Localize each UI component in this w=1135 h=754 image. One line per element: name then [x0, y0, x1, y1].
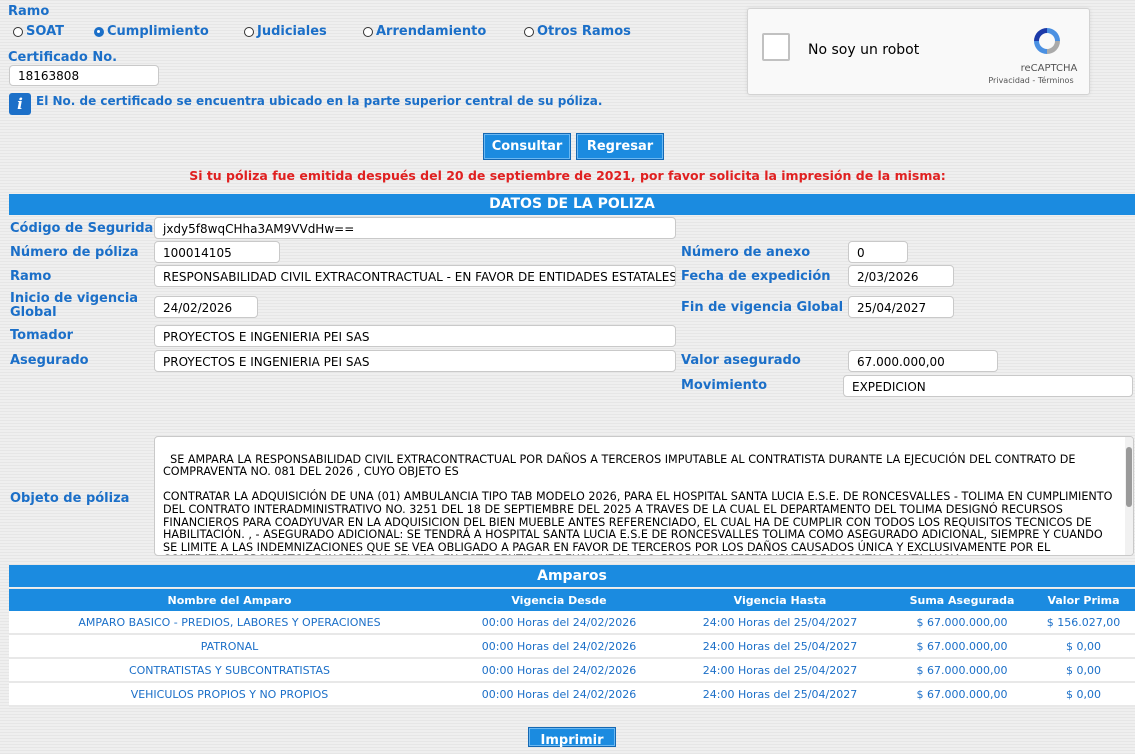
column-header: Vigencia Hasta — [668, 589, 892, 611]
valor-asegurado-label: Valor asegurado — [681, 353, 801, 368]
column-header: Nombre del Amparo — [9, 589, 450, 611]
movimiento-field: EXPEDICION — [843, 375, 1133, 397]
fecha-expedicion-field: 2/03/2026 — [848, 265, 954, 287]
consultar-button[interactable]: Consultar — [483, 133, 571, 160]
captcha-label: No soy un robot — [808, 42, 920, 58]
amparos-header-row: Nombre del Amparo Vigencia Desde Vigenci… — [9, 589, 1135, 611]
poliza-section-header: DATOS DE LA POLIZA — [9, 194, 1135, 215]
asegurado-field: PROYECTOS E INGENIERIA PEI SAS — [154, 350, 676, 372]
certificado-label: Certificado No. — [8, 50, 118, 65]
numero-poliza-field: 100014105 — [154, 241, 280, 263]
imprimir-button[interactable]: Imprimir — [528, 727, 616, 748]
tomador-label: Tomador — [10, 328, 74, 343]
table-cell: 24:00 Horas del 25/04/2027 — [668, 611, 892, 635]
table-cell: 24:00 Horas del 25/04/2027 — [668, 658, 892, 683]
table-row: PATRONAL 00:00 Horas del 24/02/2026 24:0… — [9, 634, 1135, 659]
radio-label: Otros Ramos — [537, 24, 631, 39]
fin-vigencia-field: 25/04/2027 — [848, 296, 954, 318]
objeto-poliza-textarea[interactable]: SE AMPARA LA RESPONSABILIDAD CIVIL EXTRA… — [154, 436, 1134, 556]
radio-label: Judiciales — [257, 24, 327, 39]
table-cell: $ 0,00 — [1032, 658, 1135, 683]
table-cell: $ 67.000.000,00 — [892, 611, 1032, 635]
table-cell: 00:00 Horas del 24/02/2026 — [450, 634, 668, 659]
info-text: El No. de certificado se encuentra ubica… — [36, 94, 603, 108]
captcha-checkbox[interactable] — [762, 33, 790, 61]
radio-circle-selected — [94, 26, 104, 37]
ramo-label: Ramo — [8, 4, 50, 19]
info-icon: i — [9, 93, 31, 115]
amparos-table: Nombre del Amparo Vigencia Desde Vigenci… — [9, 589, 1135, 707]
objeto-poliza-label: Objeto de póliza — [10, 491, 130, 506]
notice-text: Si tu póliza fue emitida después del 20 … — [189, 168, 946, 183]
table-cell: 00:00 Horas del 24/02/2026 — [450, 611, 668, 635]
recaptcha-links[interactable]: Privacidad - Términos — [978, 76, 1084, 85]
table-cell: $ 67.000.000,00 — [892, 658, 1032, 683]
tomador-field: PROYECTOS E INGENIERIA PEI SAS — [154, 325, 676, 347]
table-cell: 00:00 Horas del 24/02/2026 — [450, 658, 668, 683]
scrollbar-thumb[interactable] — [1126, 447, 1132, 507]
objeto-poliza-text: SE AMPARA LA RESPONSABILIDAD CIVIL EXTRA… — [163, 452, 1113, 555]
radio-circle — [13, 26, 23, 37]
radio-label: Cumplimiento — [107, 24, 209, 39]
fin-vigencia-label: Fin de vigencia Global — [681, 300, 844, 315]
ramo-poliza-field: RESPONSABILIDAD CIVIL EXTRACONTRACTUAL -… — [154, 265, 676, 287]
column-header: Suma Asegurada — [892, 589, 1032, 611]
radio-label: Arrendamiento — [376, 24, 487, 39]
asegurado-label: Asegurado — [10, 353, 89, 368]
radio-label: SOAT — [26, 24, 64, 39]
numero-anexo-field: 0 — [848, 241, 908, 263]
radio-otros-ramos[interactable]: Otros Ramos — [524, 24, 631, 39]
codigo-field: jxdy5f8wqCHha3AM9VVdHw== — [154, 217, 676, 239]
table-cell: $ 67.000.000,00 — [892, 634, 1032, 659]
inicio-vigencia-label: Inicio de vigencia Global — [10, 291, 139, 320]
radio-soat[interactable]: SOAT — [13, 24, 64, 39]
table-cell: 24:00 Horas del 25/04/2027 — [668, 682, 892, 707]
movimiento-label: Movimiento — [681, 378, 768, 393]
table-cell: AMPARO BASICO - PREDIOS, LABORES Y OPERA… — [9, 611, 450, 635]
recaptcha-logo-icon — [1034, 28, 1060, 54]
table-cell: CONTRATISTAS Y SUBCONTRATISTAS — [9, 658, 450, 683]
codigo-label: Código de Seguridad — [10, 221, 163, 236]
table-cell: $ 0,00 — [1032, 634, 1135, 659]
table-row: VEHICULOS PROPIOS Y NO PROPIOS 00:00 Hor… — [9, 682, 1135, 707]
fecha-expedicion-label: Fecha de expedición — [681, 269, 831, 284]
radio-circle — [524, 26, 534, 37]
column-header: Valor Prima — [1032, 589, 1135, 611]
objeto-scrollbar[interactable] — [1125, 437, 1133, 555]
column-header: Vigencia Desde — [450, 589, 668, 611]
table-row: CONTRATISTAS Y SUBCONTRATISTAS 00:00 Hor… — [9, 658, 1135, 683]
table-cell: $ 0,00 — [1032, 682, 1135, 707]
valor-asegurado-field: 67.000.000,00 — [848, 350, 998, 372]
table-cell: PATRONAL — [9, 634, 450, 659]
table-cell: 00:00 Horas del 24/02/2026 — [450, 682, 668, 707]
table-cell: VEHICULOS PROPIOS Y NO PROPIOS — [9, 682, 450, 707]
certificado-input[interactable] — [9, 65, 159, 86]
radio-circle — [363, 26, 373, 37]
table-cell: 24:00 Horas del 25/04/2027 — [668, 634, 892, 659]
table-cell: $ 156.027,00 — [1032, 611, 1135, 635]
regresar-button[interactable]: Regresar — [576, 133, 664, 160]
numero-anexo-label: Número de anexo — [681, 245, 811, 260]
inicio-vigencia-field: 24/02/2026 — [154, 296, 258, 318]
table-cell: $ 67.000.000,00 — [892, 682, 1032, 707]
ramo-poliza-label: Ramo — [10, 269, 52, 284]
radio-cumplimiento[interactable]: Cumplimiento — [94, 24, 209, 39]
numero-poliza-label: Número de póliza — [10, 245, 139, 260]
recaptcha-brand: reCAPTCHA — [1020, 63, 1078, 74]
amparos-section-header: Amparos — [9, 565, 1135, 587]
radio-judiciales[interactable]: Judiciales — [244, 24, 327, 39]
table-row: AMPARO BASICO - PREDIOS, LABORES Y OPERA… — [9, 611, 1135, 635]
radio-circle — [244, 26, 254, 37]
recaptcha-widget: No soy un robot reCAPTCHA Privacidad - T… — [747, 8, 1090, 95]
radio-arrendamiento[interactable]: Arrendamiento — [363, 24, 486, 39]
